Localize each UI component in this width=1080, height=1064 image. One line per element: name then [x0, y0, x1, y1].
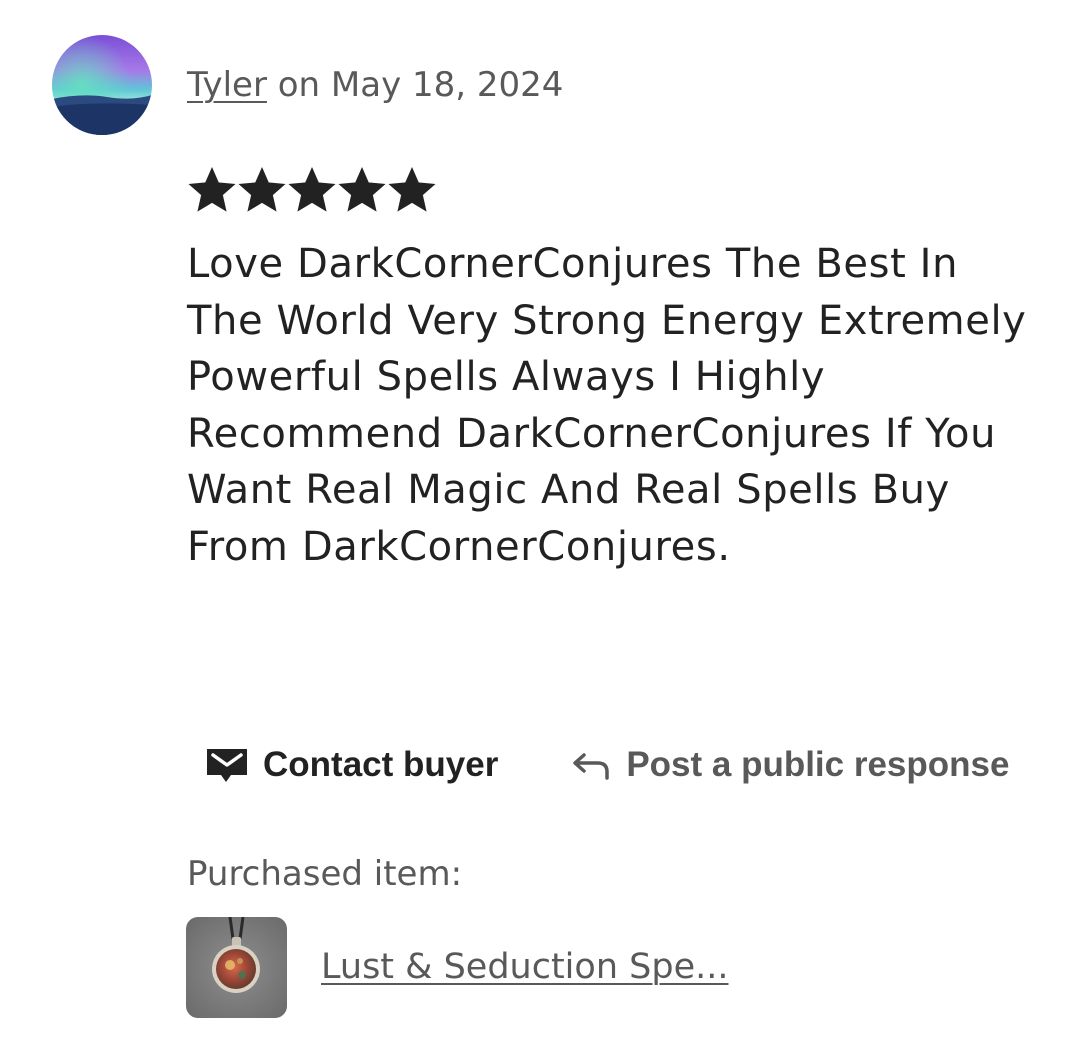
review-byline: Tyler on May 18, 2024 — [187, 64, 563, 106]
purchased-item-thumbnail[interactable] — [186, 917, 287, 1018]
reply-arrow-icon — [570, 748, 612, 782]
post-public-response-label: Post a public response — [626, 745, 1010, 784]
contact-buyer-label: Contact buyer — [263, 745, 499, 784]
star-rating — [188, 166, 436, 214]
star-icon — [188, 167, 236, 212]
aurora-avatar-image — [52, 35, 152, 135]
reviewer-name-link[interactable]: Tyler — [187, 65, 267, 105]
purchased-item-link[interactable]: Lust & Seduction Spe... — [321, 945, 728, 989]
star-icon — [338, 167, 386, 212]
contact-buyer-button[interactable]: Contact buyer — [205, 745, 498, 785]
purchased-item-label: Purchased item: — [187, 854, 463, 894]
mail-icon — [205, 745, 249, 785]
star-icon — [288, 167, 336, 212]
pendant-image — [186, 917, 287, 1018]
review-date: on May 18, 2024 — [266, 65, 564, 105]
star-icon — [238, 167, 286, 212]
star-icon — [388, 167, 436, 212]
review-text: Love DarkCornerConjures The Best In The … — [187, 241, 1027, 570]
reviewer-avatar[interactable] — [52, 35, 152, 135]
post-public-response-button[interactable]: Post a public response — [570, 745, 1009, 785]
review-actions: Contact buyer Post a public response — [205, 740, 1009, 790]
